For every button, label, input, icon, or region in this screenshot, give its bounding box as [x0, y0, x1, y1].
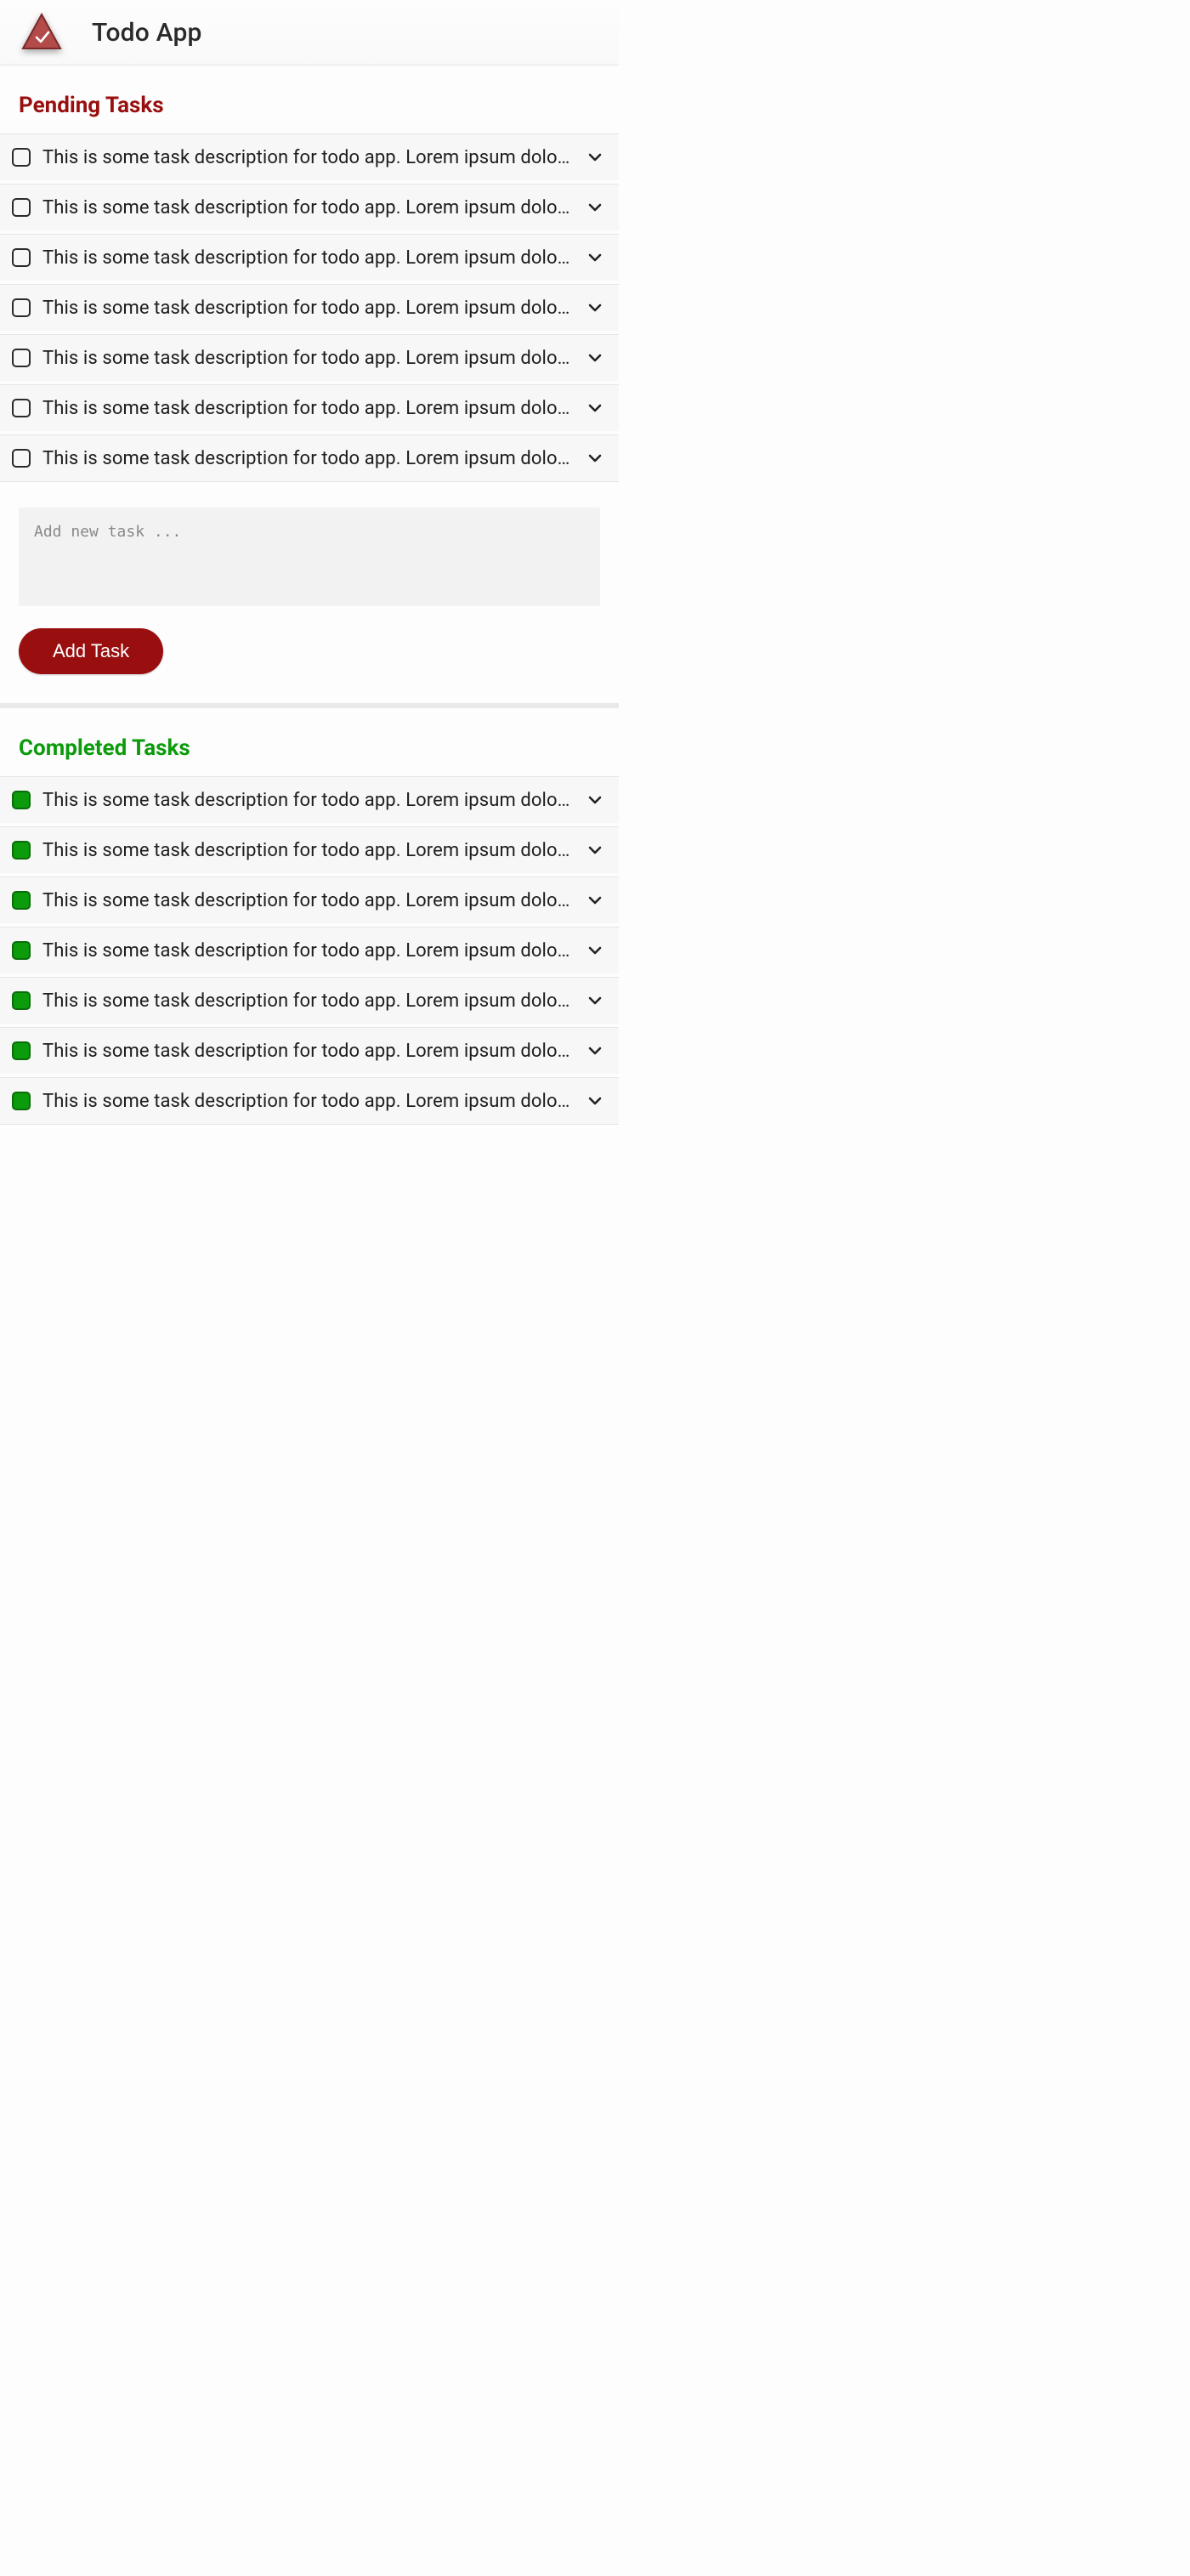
task-row[interactable]: This is some task description for todo a…: [0, 384, 619, 431]
checkbox-unchecked-icon[interactable]: [12, 298, 31, 317]
task-row[interactable]: This is some task description for todo a…: [0, 776, 619, 823]
task-row[interactable]: This is some task description for todo a…: [0, 877, 619, 923]
chevron-down-icon[interactable]: [583, 346, 607, 370]
task-row[interactable]: This is some task description for todo a…: [0, 826, 619, 873]
task-description: This is some task description for todo a…: [42, 298, 571, 319]
task-description: This is some task description for todo a…: [42, 790, 571, 811]
task-row[interactable]: This is some task description for todo a…: [0, 1077, 619, 1125]
task-description: This is some task description for todo a…: [42, 398, 571, 419]
task-description: This is some task description for todo a…: [42, 348, 571, 369]
chevron-down-icon[interactable]: [583, 246, 607, 270]
checkbox-checked-icon[interactable]: [12, 941, 31, 960]
task-row[interactable]: This is some task description for todo a…: [0, 234, 619, 281]
new-task-input[interactable]: [19, 508, 600, 606]
checkbox-unchecked-icon[interactable]: [12, 349, 31, 367]
completed-title: Completed Tasks: [0, 708, 619, 776]
chevron-down-icon[interactable]: [583, 145, 607, 169]
checkbox-unchecked-icon[interactable]: [12, 148, 31, 167]
checkbox-unchecked-icon[interactable]: [12, 198, 31, 217]
app-title: Todo App: [92, 18, 202, 48]
chevron-down-icon[interactable]: [583, 888, 607, 912]
task-description: This is some task description for todo a…: [42, 890, 571, 911]
pending-section: Pending Tasks This is some task descript…: [0, 65, 619, 703]
checkbox-checked-icon[interactable]: [12, 841, 31, 860]
task-row[interactable]: This is some task description for todo a…: [0, 133, 619, 180]
chevron-down-icon[interactable]: [583, 1039, 607, 1063]
task-description: This is some task description for todo a…: [42, 1041, 571, 1062]
task-description: This is some task description for todo a…: [42, 247, 571, 269]
chevron-down-icon[interactable]: [583, 788, 607, 812]
task-row[interactable]: This is some task description for todo a…: [0, 977, 619, 1024]
task-description: This is some task description for todo a…: [42, 1091, 571, 1112]
chevron-down-icon[interactable]: [583, 1089, 607, 1113]
checkbox-unchecked-icon[interactable]: [12, 449, 31, 468]
task-row[interactable]: This is some task description for todo a…: [0, 284, 619, 331]
checkbox-checked-icon[interactable]: [12, 891, 31, 910]
task-description: This is some task description for todo a…: [42, 840, 571, 861]
pending-task-list: This is some task description for todo a…: [0, 133, 619, 482]
chevron-down-icon[interactable]: [583, 396, 607, 420]
checkbox-unchecked-icon[interactable]: [12, 248, 31, 267]
checkbox-checked-icon[interactable]: [12, 791, 31, 809]
app-bar: Todo App: [0, 0, 619, 65]
chevron-down-icon[interactable]: [583, 446, 607, 470]
chevron-down-icon[interactable]: [583, 838, 607, 862]
task-row[interactable]: This is some task description for todo a…: [0, 334, 619, 381]
task-description: This is some task description for todo a…: [42, 147, 571, 168]
pending-title: Pending Tasks: [0, 65, 619, 133]
checkbox-checked-icon[interactable]: [12, 1041, 31, 1060]
task-row[interactable]: This is some task description for todo a…: [0, 927, 619, 973]
task-row[interactable]: This is some task description for todo a…: [0, 184, 619, 230]
completed-section: Completed Tasks This is some task descri…: [0, 708, 619, 1125]
checkbox-unchecked-icon[interactable]: [12, 399, 31, 417]
checkbox-checked-icon[interactable]: [12, 991, 31, 1010]
task-description: This is some task description for todo a…: [42, 197, 571, 218]
task-row[interactable]: This is some task description for todo a…: [0, 434, 619, 482]
task-description: This is some task description for todo a…: [42, 448, 571, 469]
task-row[interactable]: This is some task description for todo a…: [0, 1027, 619, 1074]
chevron-down-icon[interactable]: [583, 196, 607, 219]
checkbox-checked-icon[interactable]: [12, 1092, 31, 1110]
task-description: This is some task description for todo a…: [42, 990, 571, 1012]
completed-task-list: This is some task description for todo a…: [0, 776, 619, 1125]
chevron-down-icon[interactable]: [583, 989, 607, 1013]
chevron-down-icon[interactable]: [583, 296, 607, 320]
chevron-down-icon[interactable]: [583, 939, 607, 962]
add-task-button[interactable]: Add Task: [19, 628, 163, 674]
task-description: This is some task description for todo a…: [42, 940, 571, 962]
add-task-area: Add Task: [0, 482, 619, 703]
app-logo-icon: [20, 11, 63, 54]
